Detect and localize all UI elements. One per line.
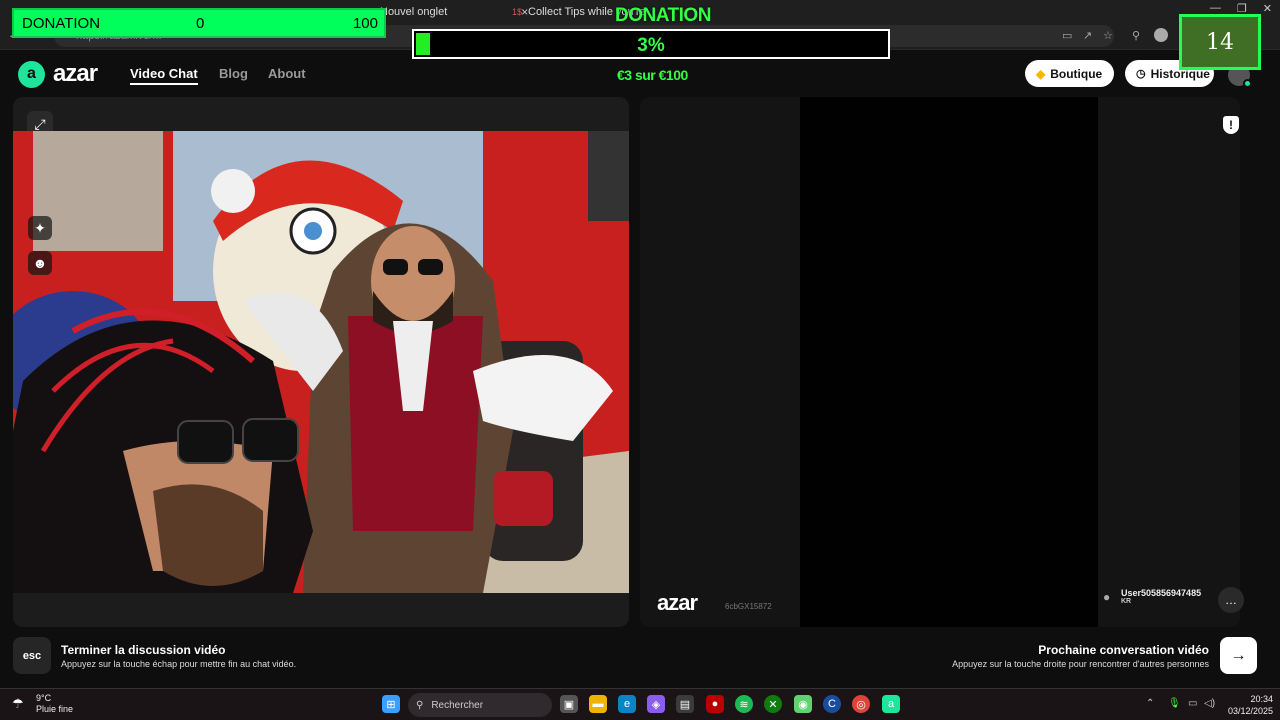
search-placeholder: Rechercher	[431, 699, 484, 711]
donation-label: DONATION	[22, 14, 101, 32]
clock-icon: ◷	[1136, 68, 1146, 80]
red-app-icon[interactable]: ●	[706, 695, 724, 713]
conversation-counter: 14	[1179, 14, 1261, 70]
azar-page: a azar Video Chat Blog About ◆ Boutique ◷…	[0, 50, 1280, 688]
search-icon: ⚲	[416, 699, 424, 711]
donation-min: 0	[196, 14, 205, 32]
online-status-dot	[1243, 79, 1252, 88]
self-video-feed	[13, 131, 629, 593]
share-icon[interactable]: ↗	[1083, 29, 1092, 42]
azar-app-icon[interactable]: a	[882, 695, 900, 713]
esc-button[interactable]: esc	[13, 637, 51, 674]
chrome-icon[interactable]: ◎	[852, 695, 870, 713]
site-favicon-icon: 1$	[512, 7, 523, 17]
windows-taskbar: ☂ 9°C Pluie fine ⊞ ⚲ Rechercher ▣ ▬ e ◈ ▤ …	[0, 688, 1280, 720]
close-window-icon[interactable]: ✕	[1263, 2, 1272, 15]
temperature: 9°C	[36, 693, 52, 703]
azar-logo-icon: a	[18, 60, 45, 88]
donation-counter-bar: DONATION 0 100	[12, 8, 386, 38]
session-code: 6cbGX15872	[725, 602, 772, 611]
chat-app-icon[interactable]: ◉	[794, 695, 812, 713]
counter-value: 14	[1206, 29, 1234, 55]
nav-about[interactable]: About	[268, 66, 306, 81]
brand-name: azar	[53, 60, 98, 87]
partner-info[interactable]: ● User505856947485 KR	[1103, 588, 1201, 605]
xbox-icon[interactable]: ✕	[764, 695, 782, 713]
store-icon[interactable]: ▤	[676, 695, 694, 713]
donation-max: 100	[352, 14, 378, 32]
sparkle-effects-icon[interactable]: ✦	[28, 216, 52, 240]
tab-new-tab[interactable]: Nouvel onglet ×	[380, 2, 528, 22]
time: 20:34	[1250, 694, 1274, 704]
camera-frame-image	[13, 131, 629, 593]
nav-blog[interactable]: Blog	[219, 66, 248, 81]
cast-icon[interactable]: ▭	[1062, 29, 1072, 42]
task-view-icon[interactable]: ▣	[560, 695, 578, 713]
next-chat-hint: Appuyez sur la touche droite pour rencon…	[952, 659, 1209, 669]
taskbar-clock[interactable]: 20:34 03/12/2025	[1228, 693, 1273, 717]
report-shield-icon[interactable]: !	[1223, 116, 1239, 134]
c-app-icon[interactable]: C	[823, 695, 841, 713]
date: 03/12/2025	[1228, 706, 1274, 716]
bookmark-star-icon[interactable]: ☆	[1103, 29, 1113, 42]
extensions-icon[interactable]: ⚲	[1132, 29, 1140, 42]
donation-goal-title: DONATION	[615, 5, 711, 26]
partner-video-panel	[640, 97, 1240, 627]
partner-country: KR	[1121, 598, 1132, 605]
diamond-icon: ◆	[1036, 66, 1046, 81]
screen: Nouvel onglet × 1$ Collect Tips while you'…	[0, 0, 1280, 720]
self-video-panel: ⤢ ✦ ☻	[13, 97, 629, 627]
windows-start-icon[interactable]: ⊞	[382, 695, 400, 713]
sticker-icon[interactable]: ☻	[28, 251, 52, 275]
copilot-icon[interactable]: ◈	[647, 695, 665, 713]
azar-watermark: azar	[657, 590, 698, 615]
network-icon[interactable]: ▭	[1188, 698, 1197, 709]
chat-bubble-icon[interactable]: …	[1218, 587, 1244, 613]
end-chat-hint: Appuyez sur la touche échap pour mettre …	[61, 659, 297, 669]
shop-label: Boutique	[1050, 66, 1103, 81]
microphone-icon[interactable]: 🎙	[1168, 698, 1181, 709]
profile-icon[interactable]	[1154, 28, 1168, 42]
donation-amount: €3 sur €100	[617, 67, 688, 83]
rain-cloud-icon: ☂	[12, 696, 24, 711]
end-chat-title: Terminer la discussion vidéo	[61, 643, 226, 657]
next-chat-title: Prochaine conversation vidéo	[1038, 643, 1209, 657]
edge-browser-icon[interactable]: e	[618, 695, 636, 713]
file-explorer-icon[interactable]: ▬	[589, 695, 607, 713]
next-conversation-button[interactable]: →	[1220, 637, 1257, 674]
partner-username: User505856947485	[1121, 588, 1202, 598]
spotify-icon[interactable]: ≋	[735, 695, 753, 713]
nav-video-chat[interactable]: Video Chat	[130, 66, 198, 85]
tray-overflow-icon[interactable]: ⌃	[1146, 698, 1154, 709]
shop-button[interactable]: ◆ Boutique	[1025, 60, 1114, 87]
azar-logo[interactable]: a azar	[18, 60, 98, 88]
volume-icon[interactable]: ◁)	[1204, 698, 1215, 709]
partner-video-feed	[800, 97, 1098, 627]
weather-desc: Pluie fine	[36, 704, 74, 714]
donation-percent: 3%	[637, 35, 665, 56]
taskbar-search[interactable]: ⚲ Rechercher	[408, 693, 552, 717]
user-icon: ●	[1103, 589, 1111, 604]
tab-label: Nouvel onglet	[380, 6, 448, 18]
donation-goal-bar: 3%	[412, 29, 890, 59]
weather-widget[interactable]: ☂ 9°C Pluie fine	[12, 693, 73, 715]
